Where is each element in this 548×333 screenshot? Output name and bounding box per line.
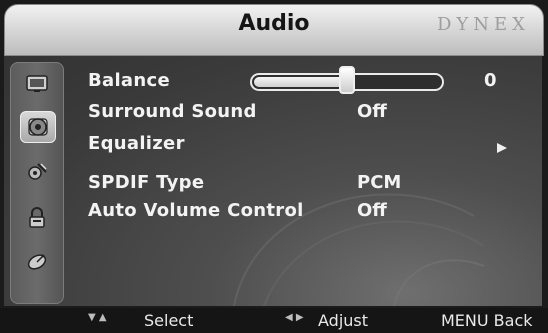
- balance-slider-fill: [254, 77, 345, 87]
- brand-logo: DYNEX: [436, 14, 530, 35]
- auto-volume-control-value: Off: [357, 200, 387, 221]
- spdif-type-value: PCM: [357, 172, 402, 193]
- audio-icon[interactable]: [20, 111, 56, 143]
- settings-icon[interactable]: [20, 157, 54, 187]
- spdif-type-label[interactable]: SPDIF Type: [88, 172, 204, 193]
- footer-adjust-label: Adjust: [318, 311, 369, 330]
- menu-panel: [4, 56, 542, 306]
- submenu-arrow-icon: [497, 143, 507, 153]
- dish-icon[interactable]: [20, 247, 54, 277]
- balance-slider-knob[interactable]: [339, 66, 355, 94]
- left-right-arrows-icon: ◀ ▶: [285, 312, 304, 323]
- up-down-arrows-icon: ▼ ▲: [88, 312, 107, 323]
- lock-icon[interactable]: [20, 203, 54, 233]
- footer-select-label: Select: [144, 311, 194, 330]
- footer-back-label: MENU Back: [441, 311, 533, 330]
- surround-sound-value: Off: [357, 101, 387, 122]
- background-swirl: [233, 193, 485, 306]
- balance-value: 0: [484, 70, 497, 91]
- auto-volume-control-label[interactable]: Auto Volume Control: [88, 200, 304, 221]
- balance-label[interactable]: Balance: [88, 70, 170, 91]
- tv-icon[interactable]: [20, 69, 54, 99]
- equalizer-label[interactable]: Equalizer: [88, 133, 185, 154]
- surround-sound-label[interactable]: Surround Sound: [88, 101, 257, 122]
- category-sidebar: [10, 62, 64, 304]
